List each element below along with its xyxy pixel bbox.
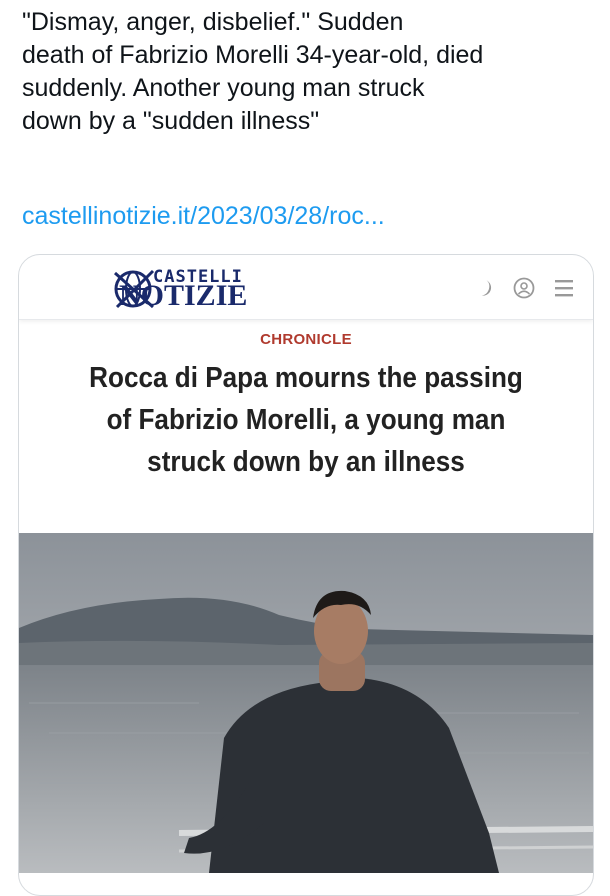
moon-icon[interactable] bbox=[475, 277, 493, 299]
link-preview-card[interactable]: CASTELLI NOTIZIE CHRONICLE Rocca di Papa… bbox=[18, 254, 594, 896]
article-headline[interactable]: Rocca di Papa mourns the passing of Fabr… bbox=[60, 357, 551, 483]
user-icon[interactable] bbox=[513, 277, 535, 299]
article-photo bbox=[19, 533, 593, 873]
menu-icon[interactable] bbox=[553, 277, 575, 299]
site-header: CASTELLI NOTIZIE bbox=[19, 255, 593, 320]
tweet-text: "Dismay, anger, disbelief." Sudden death… bbox=[22, 8, 484, 135]
logo-text-bottom: NOTIZIE bbox=[119, 279, 248, 312]
tweet-link[interactable]: castellinotizie.it/2023/03/28/roc... bbox=[22, 200, 385, 233]
section-label[interactable]: CHRONICLE bbox=[19, 331, 593, 348]
site-logo[interactable]: CASTELLI NOTIZIE bbox=[113, 263, 283, 313]
